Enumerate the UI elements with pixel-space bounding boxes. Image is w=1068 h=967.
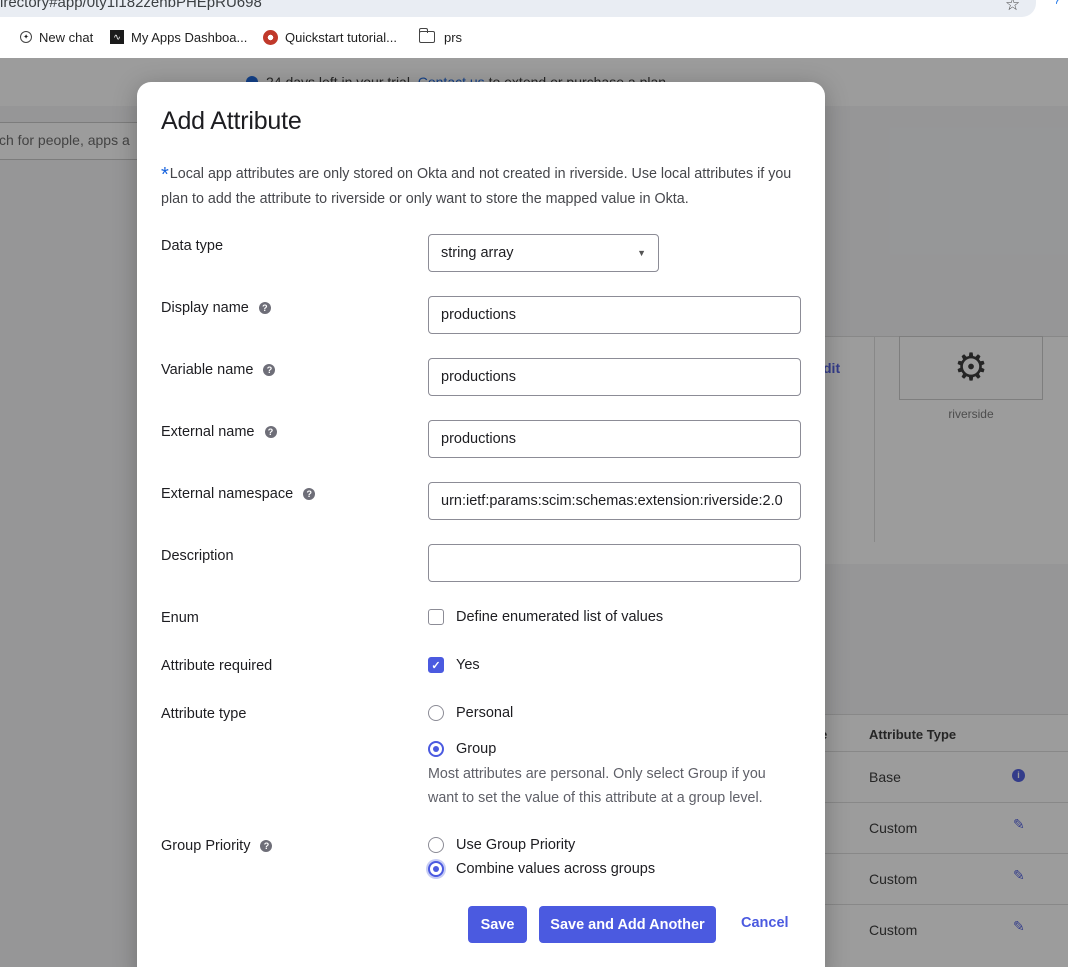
variable-name-label-text: Variable name: [161, 362, 254, 378]
dialog-title: Add Attribute: [161, 107, 302, 135]
cancel-button[interactable]: Cancel: [741, 915, 789, 931]
attribute-type-label: Attribute type: [161, 706, 246, 722]
attribute-type-group-radio[interactable]: Group: [428, 741, 496, 757]
data-type-label: Data type: [161, 238, 223, 254]
data-type-label-text: Data type: [161, 238, 224, 254]
enum-label: Enum: [161, 610, 199, 626]
bookmark-star-icon[interactable]: ☆: [1005, 0, 1020, 15]
combine-values-radio[interactable]: Combine values across groups: [428, 861, 655, 877]
url-text[interactable]: irectory#app/0ty1i182zehbPHEpRU698: [0, 0, 262, 11]
bookmarks-bar: ⁝ ✦ New chat ∿ My Apps Dashboa... Quicks…: [0, 17, 1068, 58]
use-group-priority-radio[interactable]: Use Group Priority: [428, 837, 575, 853]
data-type-value: string array: [441, 245, 514, 261]
bookmark-label: Quickstart tutorial...: [285, 29, 397, 45]
folder-icon: [418, 28, 435, 43]
radio-button[interactable]: [428, 705, 444, 721]
description-label-text: Description: [161, 548, 234, 564]
attribute-type-label-text: Attribute type: [161, 706, 247, 722]
add-attribute-dialog: Add Attribute *Local app attributes are …: [137, 82, 825, 967]
external-name-input[interactable]: productions: [428, 420, 801, 458]
variable-name-label: Variable name?: [161, 362, 276, 378]
save-and-add-another-button[interactable]: Save and Add Another: [539, 906, 716, 943]
display-name-label-text: Display name: [161, 300, 249, 316]
radio-label: Use Group Priority: [456, 837, 576, 853]
external-namespace-label: External namespace?: [161, 486, 316, 502]
bookmark-quickstart[interactable]: Quickstart tutorial...: [263, 28, 397, 46]
bookmark-new-chat[interactable]: ✦ New chat: [20, 28, 93, 46]
radio-button-selected[interactable]: [428, 861, 444, 877]
chevron-down-icon: ▼: [637, 248, 646, 258]
okta-dashboard-icon: ∿: [110, 30, 124, 44]
quickstart-icon: [263, 29, 278, 45]
display-name-input[interactable]: productions: [428, 296, 801, 334]
external-name-label: External name?: [161, 424, 277, 440]
chat-icon: ✦: [20, 31, 32, 43]
group-priority-label: Group Priority?: [161, 838, 273, 854]
checkmark-icon[interactable]: ✓: [428, 657, 444, 673]
data-type-select[interactable]: string array ▼: [428, 234, 659, 272]
attribute-required-checkbox[interactable]: ✓ Yes: [428, 657, 480, 673]
checkbox[interactable]: [428, 609, 444, 625]
bookmark-label: prs: [444, 29, 463, 45]
external-name-label-text: External name: [161, 424, 255, 440]
help-icon[interactable]: ?: [258, 302, 271, 314]
asterisk-icon: *: [161, 164, 169, 186]
attribute-required-label: Attribute required: [161, 658, 272, 674]
radio-button-selected[interactable]: [428, 741, 444, 757]
attribute-type-hint: Most attributes are personal. Only selec…: [428, 766, 766, 806]
help-icon[interactable]: ?: [260, 840, 273, 852]
description-label: Description: [161, 548, 234, 564]
save-button[interactable]: Save: [468, 906, 527, 943]
radio-button[interactable]: [428, 837, 444, 853]
bookmark-label: My Apps Dashboa...: [131, 29, 248, 45]
enum-checkbox[interactable]: Define enumerated list of values: [428, 609, 663, 625]
description-input[interactable]: [428, 544, 801, 582]
group-priority-label-text: Group Priority: [161, 838, 251, 854]
required-option-label: Yes: [456, 657, 480, 673]
loading-icon: ◜: [1056, 0, 1063, 12]
enum-option-label: Define enumerated list of values: [456, 609, 664, 625]
help-icon[interactable]: ?: [263, 364, 276, 376]
variable-name-input[interactable]: productions: [428, 358, 801, 396]
external-namespace-input[interactable]: urn:ietf:params:scim:schemas:extension:r…: [428, 482, 801, 520]
radio-label: Combine values across groups: [456, 861, 656, 877]
radio-label: Personal: [456, 705, 514, 721]
local-attribute-note: *Local app attributes are only stored on…: [161, 162, 806, 211]
address-bar[interactable]: irectory#app/0ty1i182zehbPHEpRU698 ☆: [0, 0, 1036, 17]
bookmark-my-apps[interactable]: ∿ My Apps Dashboa...: [110, 28, 247, 46]
bookmark-edge-icon: ⁝: [0, 28, 1, 44]
help-icon[interactable]: ?: [303, 488, 316, 500]
external-namespace-label-text: External namespace: [161, 486, 294, 502]
bookmark-label: New chat: [39, 29, 94, 45]
enum-label-text: Enum: [161, 610, 199, 626]
help-icon[interactable]: ?: [264, 426, 277, 438]
attribute-required-label-text: Attribute required: [161, 658, 273, 674]
note-text: Local app attributes are only stored on …: [161, 166, 792, 207]
display-name-label: Display name?: [161, 300, 271, 316]
radio-label: Group: [456, 741, 497, 757]
bookmark-folder-prs[interactable]: prs: [418, 28, 463, 46]
attribute-type-personal-radio[interactable]: Personal: [428, 705, 513, 721]
